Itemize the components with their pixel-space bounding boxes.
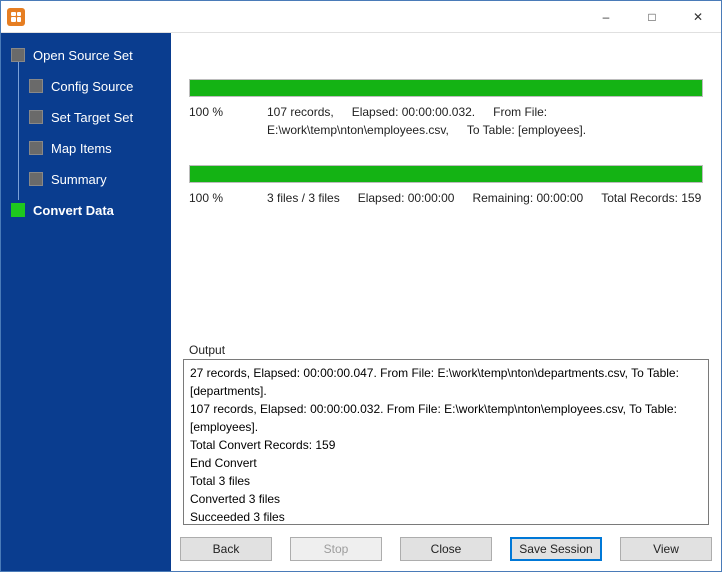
view-button[interactable]: View xyxy=(620,537,712,561)
output-line: 107 records, Elapsed: 00:00:00.032. From… xyxy=(190,400,702,436)
wizard-step-summary[interactable]: Summary xyxy=(7,167,167,191)
file-progress-bar xyxy=(189,79,703,97)
step-box-icon xyxy=(29,172,43,186)
titlebar: – □ ✕ xyxy=(1,1,721,33)
wizard-step-map-items[interactable]: Map Items xyxy=(7,136,167,160)
step-box-icon xyxy=(29,141,43,155)
wizard-step-convert-data[interactable]: Convert Data xyxy=(7,198,167,222)
file-elapsed: Elapsed: 00:00:00.032. xyxy=(352,103,475,121)
step-box-icon xyxy=(11,203,25,217)
output-label: Output xyxy=(189,343,717,357)
step-box-icon xyxy=(29,110,43,124)
total-progress-bar xyxy=(189,165,703,183)
total-records: Total Records: 159 xyxy=(601,189,701,207)
step-label: Config Source xyxy=(51,79,133,94)
output-textarea[interactable]: 27 records, Elapsed: 00:00:00.047. From … xyxy=(183,359,709,525)
file-progress-percent: 100 % xyxy=(189,103,249,121)
total-progress-percent: 100 % xyxy=(189,189,249,207)
step-box-icon xyxy=(29,79,43,93)
save-session-button[interactable]: Save Session xyxy=(510,537,602,561)
wizard-sidebar: Open Source Set Config Source Set Target S… xyxy=(1,33,171,571)
step-label: Summary xyxy=(51,172,107,187)
total-files: 3 files / 3 files xyxy=(267,189,340,207)
close-button[interactable]: Close xyxy=(400,537,492,561)
file-records: 107 records, xyxy=(267,105,334,119)
minimize-button[interactable]: – xyxy=(583,1,629,33)
output-line: Succeeded 3 files xyxy=(190,508,702,525)
step-label: Open Source Set xyxy=(33,48,133,63)
step-label: Set Target Set xyxy=(51,110,133,125)
step-label: Convert Data xyxy=(33,203,114,218)
file-from-value: E:\work\temp\nton\employees.csv, xyxy=(267,121,449,139)
output-line: Converted 3 files xyxy=(190,490,702,508)
step-label: Map Items xyxy=(51,141,112,156)
file-to: To Table: [employees]. xyxy=(467,121,586,139)
step-box-icon xyxy=(11,48,25,62)
output-line: End Convert xyxy=(190,454,702,472)
total-elapsed: Elapsed: 00:00:00 xyxy=(358,189,455,207)
file-progress-block: 100 % 107 records, Elapsed: 00:00:00.032… xyxy=(189,79,703,139)
wizard-step-open-source-set[interactable]: Open Source Set xyxy=(7,43,167,67)
output-line: Total Convert Records: 159 xyxy=(190,436,702,454)
wizard-step-set-target-set[interactable]: Set Target Set xyxy=(7,105,167,129)
total-remaining: Remaining: 00:00:00 xyxy=(472,189,583,207)
total-progress-block: 100 % 3 files / 3 files Elapsed: 00:00:0… xyxy=(189,165,703,207)
stop-button: Stop xyxy=(290,537,382,561)
maximize-button[interactable]: □ xyxy=(629,1,675,33)
app-icon xyxy=(7,8,25,26)
file-from-label: From File: xyxy=(493,103,547,121)
output-line: 27 records, Elapsed: 00:00:00.047. From … xyxy=(190,364,702,400)
back-button[interactable]: Back xyxy=(180,537,272,561)
output-line: Total 3 files xyxy=(190,472,702,490)
close-window-button[interactable]: ✕ xyxy=(675,1,721,33)
wizard-step-config-source[interactable]: Config Source xyxy=(7,74,167,98)
main-panel: 100 % 107 records, Elapsed: 00:00:00.032… xyxy=(171,33,721,571)
button-row: Back Stop Close Save Session View xyxy=(175,531,717,563)
